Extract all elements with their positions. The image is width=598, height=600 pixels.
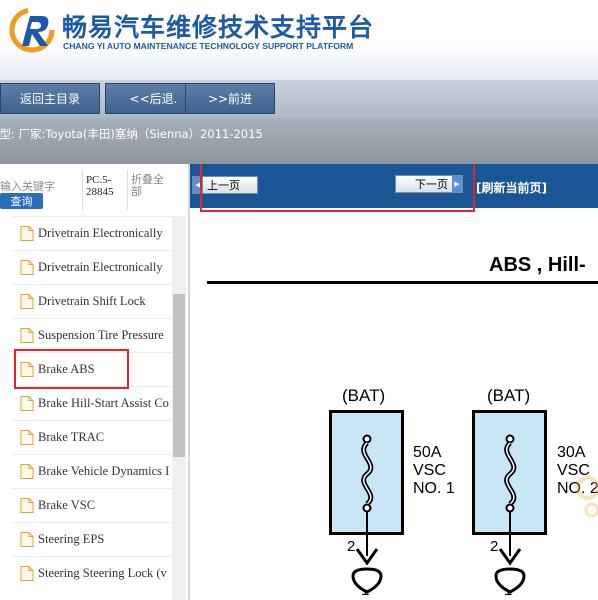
main-toolbar: 返回主目录 <<后退. >>前进 [0, 80, 598, 118]
document-tree: Drivetrain Electronically Drivetrain Ele… [12, 216, 172, 590]
tree-item-label: Brake ABS [38, 362, 95, 376]
tree-item[interactable]: Brake Hill-Start Assist Co [12, 386, 172, 420]
tree-item-brake-abs[interactable]: Brake ABS [12, 352, 172, 386]
tree-item-label: Brake Hill-Start Assist Co [38, 396, 169, 410]
tree-item[interactable]: Steering Steering Lock (v [12, 556, 172, 590]
collapse-all-link[interactable]: 折叠全部 [131, 174, 171, 198]
tree-item[interactable]: Drivetrain Electronically [12, 216, 172, 250]
sidebar-scrollbar[interactable] [172, 216, 186, 600]
connector-icon [494, 567, 526, 594]
document-icon [20, 498, 34, 513]
tree-item[interactable]: Brake TRAC [12, 420, 172, 454]
document-icon [20, 430, 34, 445]
document-icon [20, 566, 34, 581]
document-icon [20, 464, 34, 479]
back-to-menu-button[interactable]: 返回主目录 [0, 83, 100, 114]
tree-item-label: Brake Vehicle Dynamics I [38, 464, 170, 478]
tree-item[interactable]: Drivetrain Shift Lock [12, 284, 172, 318]
brand-title-en: CHANG YI AUTO MAINTENANCE TECHNOLOGY SUP… [63, 41, 354, 51]
tree-item-label: Steering EPS [38, 532, 105, 546]
sidebar: 输入关键字 查询 PC.5-28845 折叠全部 Drivetrain Elec… [0, 164, 190, 600]
tree-item-label: Suspension Tire Pressure [38, 328, 164, 342]
fuse-diagram-wires [351, 434, 598, 594]
tree-item-label: Brake VSC [38, 498, 96, 512]
changyi-logo-icon [9, 7, 55, 53]
keyword-input[interactable]: 输入关键字 [0, 178, 55, 194]
history-forward-button[interactable]: >>前进 [185, 83, 275, 114]
tree-item[interactable]: Drivetrain Electronically [12, 250, 172, 284]
document-viewer: ◀ 上一页 下一页 ▶ [刷新当前页] ABS , Hill- (BAT) 50… [190, 164, 598, 600]
connector-icon [351, 567, 383, 594]
tree-item-label: Brake TRAC [38, 430, 105, 444]
pc-code-label: PC.5-28845 [86, 174, 114, 198]
app-header: 畅易汽车维修技术支持平台 CHANG YI AUTO MAINTENANCE T… [0, 0, 598, 80]
document-icon [20, 226, 34, 241]
fuse-symbol-icon [361, 434, 374, 513]
fuse-symbol-icon [504, 434, 517, 513]
sidebar-search-area: 输入关键字 查询 PC.5-28845 折叠全部 [0, 164, 172, 216]
tree-item-label: Drivetrain Electronically [38, 226, 163, 240]
tree-item[interactable]: Suspension Tire Pressure [12, 318, 172, 352]
vehicle-info-bar: 车型: 厂家:Toyota(丰田)塞纳（Sienna）2011-2015 [0, 118, 598, 164]
document-icon [20, 328, 34, 343]
divider [82, 170, 83, 210]
tree-item[interactable]: Brake VSC [12, 488, 172, 522]
document-icon [20, 532, 34, 547]
tree-item[interactable]: Brake Vehicle Dynamics I [12, 454, 172, 488]
query-button[interactable]: 查询 [0, 193, 43, 209]
tree-item-label: Drivetrain Shift Lock [38, 294, 146, 308]
document-icon [20, 260, 34, 275]
scrollbar-thumb[interactable] [173, 294, 185, 457]
tree-item-label: Steering Steering Lock (v [38, 566, 167, 580]
tree-item[interactable]: Steering EPS [12, 522, 172, 556]
tree-item-label: Drivetrain Electronically [38, 260, 163, 274]
document-icon [20, 294, 34, 309]
divider [127, 170, 128, 210]
document-icon [20, 396, 34, 411]
vehicle-info-text: 车型: 厂家:Toyota(丰田)塞纳（Sienna）2011-2015 [0, 127, 263, 141]
document-icon [20, 362, 34, 377]
brand-title-cn: 畅易汽车维修技术支持平台 [62, 13, 375, 42]
watermark-logo-icon [576, 476, 598, 518]
